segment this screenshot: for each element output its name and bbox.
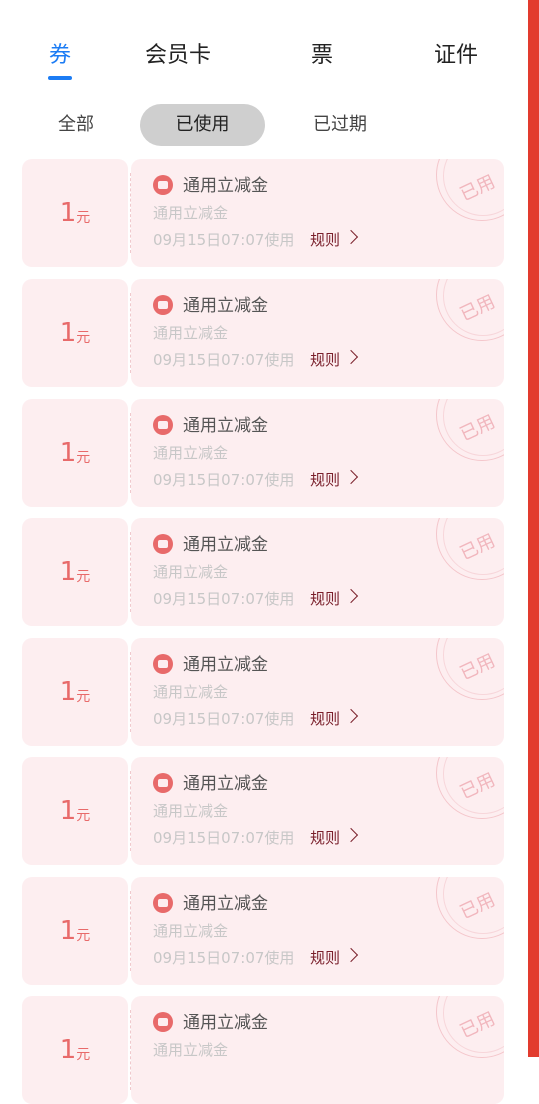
coupon-card[interactable]: 1元 通用立减金 通用立减金 已用 xyxy=(22,996,504,1104)
coupon-card[interactable]: 1元 通用立减金 通用立减金 09月15日07:07使用 规则 已用 xyxy=(22,757,504,865)
amount-value: 1 xyxy=(59,916,77,946)
coupon-title: 通用立减金 xyxy=(183,296,268,316)
amount-unit: 元 xyxy=(76,808,91,824)
coupon-subtitle: 通用立减金 xyxy=(153,563,229,581)
amount-value: 1 xyxy=(59,677,77,707)
coupon-card[interactable]: 1元 通用立减金 通用立减金 09月15日07:07使用 规则 已用 xyxy=(22,399,504,507)
filter-used[interactable]: 已使用 xyxy=(140,104,265,146)
coupon-card[interactable]: 1元 通用立减金 通用立减金 09月15日07:07使用 规则 已用 xyxy=(22,279,504,387)
coupon-used-time: 09月15日07:07使用 xyxy=(153,471,295,489)
chevron-right-icon xyxy=(343,588,359,604)
chevron-right-icon xyxy=(343,947,359,963)
coupon-rules-link[interactable]: 规则 xyxy=(310,827,340,848)
coupon-amount: 1元 xyxy=(22,159,128,267)
coupon-subtitle: 通用立减金 xyxy=(153,683,229,701)
coupon-rules-link[interactable]: 规则 xyxy=(310,469,340,490)
amount-unit: 元 xyxy=(76,928,91,944)
amount-value: 1 xyxy=(59,557,77,587)
amount-unit: 元 xyxy=(76,450,91,466)
coupon-amount: 1元 xyxy=(22,518,128,626)
coupon-subtitle: 通用立减金 xyxy=(153,802,229,820)
coupon-rules-link[interactable]: 规则 xyxy=(310,229,340,250)
red-envelope-icon xyxy=(153,534,173,554)
red-envelope-icon xyxy=(153,773,173,793)
coupon-title: 通用立减金 xyxy=(183,894,268,914)
coupon-title: 通用立减金 xyxy=(183,774,268,794)
coupon-subtitle: 通用立减金 xyxy=(153,444,229,462)
red-envelope-icon xyxy=(153,893,173,913)
coupon-body: 通用立减金 通用立减金 09月15日07:07使用 规则 已用 xyxy=(131,518,504,626)
coupon-body: 通用立减金 通用立减金 09月15日07:07使用 规则 已用 xyxy=(131,757,504,865)
coupon-used-time: 09月15日07:07使用 xyxy=(153,231,295,249)
coupon-amount: 1元 xyxy=(22,877,128,985)
filter-bar: 全部 已使用 已过期 xyxy=(0,104,528,146)
scrollbar[interactable] xyxy=(528,0,539,1057)
coupon-body: 通用立减金 通用立减金 09月15日07:07使用 规则 已用 xyxy=(131,399,504,507)
coupon-body: 通用立减金 通用立减金 09月15日07:07使用 规则 已用 xyxy=(131,638,504,746)
chevron-right-icon xyxy=(343,827,359,843)
coupon-rules-link[interactable]: 规则 xyxy=(310,708,340,729)
coupon-title: 通用立减金 xyxy=(183,416,268,436)
amount-unit: 元 xyxy=(76,330,91,346)
coupon-card[interactable]: 1元 通用立减金 通用立减金 09月15日07:07使用 规则 已用 xyxy=(22,159,504,267)
amount-value: 1 xyxy=(59,438,77,468)
filter-all[interactable]: 全部 xyxy=(48,104,104,146)
tab-tickets[interactable]: 票 xyxy=(306,37,338,69)
coupon-used-time: 09月15日07:07使用 xyxy=(153,829,295,847)
coupon-card[interactable]: 1元 通用立减金 通用立减金 09月15日07:07使用 规则 已用 xyxy=(22,518,504,626)
amount-value: 1 xyxy=(59,796,77,826)
coupon-subtitle: 通用立减金 xyxy=(153,922,229,940)
amount-unit: 元 xyxy=(76,210,91,226)
tab-ids[interactable]: 证件 xyxy=(428,37,484,69)
coupon-amount: 1元 xyxy=(22,279,128,387)
coupon-amount: 1元 xyxy=(22,757,128,865)
amount-unit: 元 xyxy=(76,689,91,705)
coupon-rules-link[interactable]: 规则 xyxy=(310,349,340,370)
amount-value: 1 xyxy=(59,198,77,228)
tab-membership-cards[interactable]: 会员卡 xyxy=(138,37,218,69)
coupon-body: 通用立减金 通用立减金 09月15日07:07使用 规则 已用 xyxy=(131,279,504,387)
amount-value: 1 xyxy=(59,318,77,348)
coupon-rules-link[interactable]: 规则 xyxy=(310,588,340,609)
active-tab-indicator xyxy=(48,76,72,80)
amount-unit: 元 xyxy=(76,1047,91,1063)
red-envelope-icon xyxy=(153,175,173,195)
amount-value: 1 xyxy=(59,1035,77,1065)
chevron-right-icon xyxy=(343,708,359,724)
red-envelope-icon xyxy=(153,295,173,315)
coupon-title: 通用立减金 xyxy=(183,655,268,675)
coupon-card[interactable]: 1元 通用立减金 通用立减金 09月15日07:07使用 规则 已用 xyxy=(22,877,504,985)
coupon-title: 通用立减金 xyxy=(183,1013,268,1033)
coupon-body: 通用立减金 通用立减金 已用 xyxy=(131,996,504,1104)
coupon-subtitle: 通用立减金 xyxy=(153,324,229,342)
top-tabs: 券 会员卡 票 证件 xyxy=(0,0,528,95)
coupon-body: 通用立减金 通用立减金 09月15日07:07使用 规则 已用 xyxy=(131,159,504,267)
red-envelope-icon xyxy=(153,1012,173,1032)
coupon-body: 通用立减金 通用立减金 09月15日07:07使用 规则 已用 xyxy=(131,877,504,985)
amount-unit: 元 xyxy=(76,569,91,585)
chevron-right-icon xyxy=(343,229,359,245)
coupon-card[interactable]: 1元 通用立减金 通用立减金 09月15日07:07使用 规则 已用 xyxy=(22,638,504,746)
coupon-subtitle: 通用立减金 xyxy=(153,204,229,222)
tab-coupons[interactable]: 券 xyxy=(46,37,74,69)
coupon-used-time: 09月15日07:07使用 xyxy=(153,949,295,967)
coupon-used-time: 09月15日07:07使用 xyxy=(153,590,295,608)
filter-expired[interactable]: 已过期 xyxy=(300,104,380,146)
coupon-title: 通用立减金 xyxy=(183,176,268,196)
coupon-rules-link[interactable]: 规则 xyxy=(310,947,340,968)
red-envelope-icon xyxy=(153,415,173,435)
coupon-title: 通用立减金 xyxy=(183,535,268,555)
coupon-amount: 1元 xyxy=(22,996,128,1104)
red-envelope-icon xyxy=(153,654,173,674)
chevron-right-icon xyxy=(343,469,359,485)
coupon-used-time: 09月15日07:07使用 xyxy=(153,351,295,369)
coupon-amount: 1元 xyxy=(22,399,128,507)
chevron-right-icon xyxy=(343,349,359,365)
coupon-used-time: 09月15日07:07使用 xyxy=(153,710,295,728)
coupon-amount: 1元 xyxy=(22,638,128,746)
